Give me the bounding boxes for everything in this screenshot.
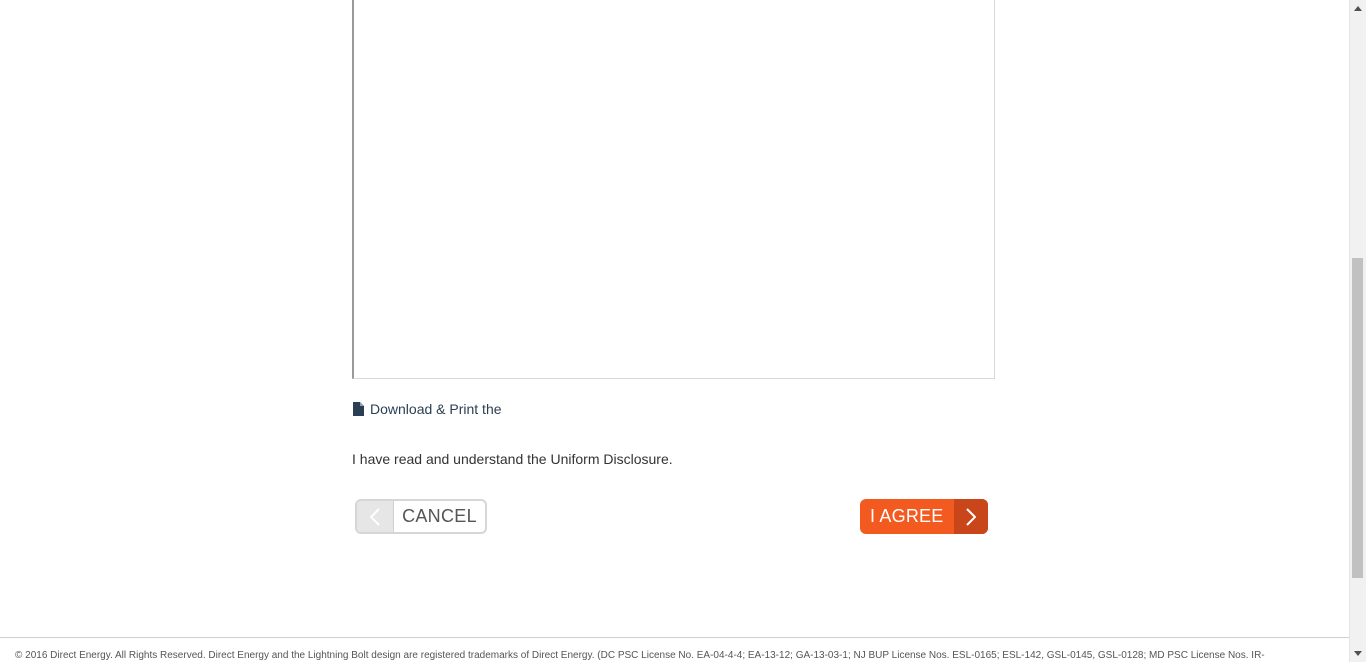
agree-chevron-box <box>954 499 988 534</box>
document-icon <box>353 402 364 416</box>
cancel-button[interactable]: CANCEL <box>355 499 487 534</box>
download-print-link[interactable]: Download & Print the <box>353 401 502 417</box>
cancel-chevron-box <box>357 501 394 532</box>
footer-copyright: © 2016 Direct Energy. All Rights Reserve… <box>15 650 1265 661</box>
chevron-left-icon <box>370 507 380 526</box>
agree-button[interactable]: I AGREE <box>860 499 988 534</box>
scroll-up-arrow-icon[interactable] <box>1350 0 1366 17</box>
download-link-label: Download & Print the <box>370 401 502 417</box>
cancel-label: CANCEL <box>402 506 477 526</box>
footer: © 2016 Direct Energy. All Rights Reserve… <box>0 637 1349 662</box>
scroll-thumb[interactable] <box>1352 258 1363 578</box>
chevron-right-icon <box>966 507 976 526</box>
agree-statement: I have read and understand the Uniform D… <box>352 451 673 467</box>
page: Download & Print the I have read and und… <box>0 0 1349 662</box>
scroll-down-arrow-icon[interactable] <box>1350 645 1366 662</box>
disclosure-document-frame[interactable] <box>352 0 995 379</box>
page-scrollbar[interactable] <box>1349 0 1366 662</box>
agree-label: I AGREE <box>870 506 944 526</box>
